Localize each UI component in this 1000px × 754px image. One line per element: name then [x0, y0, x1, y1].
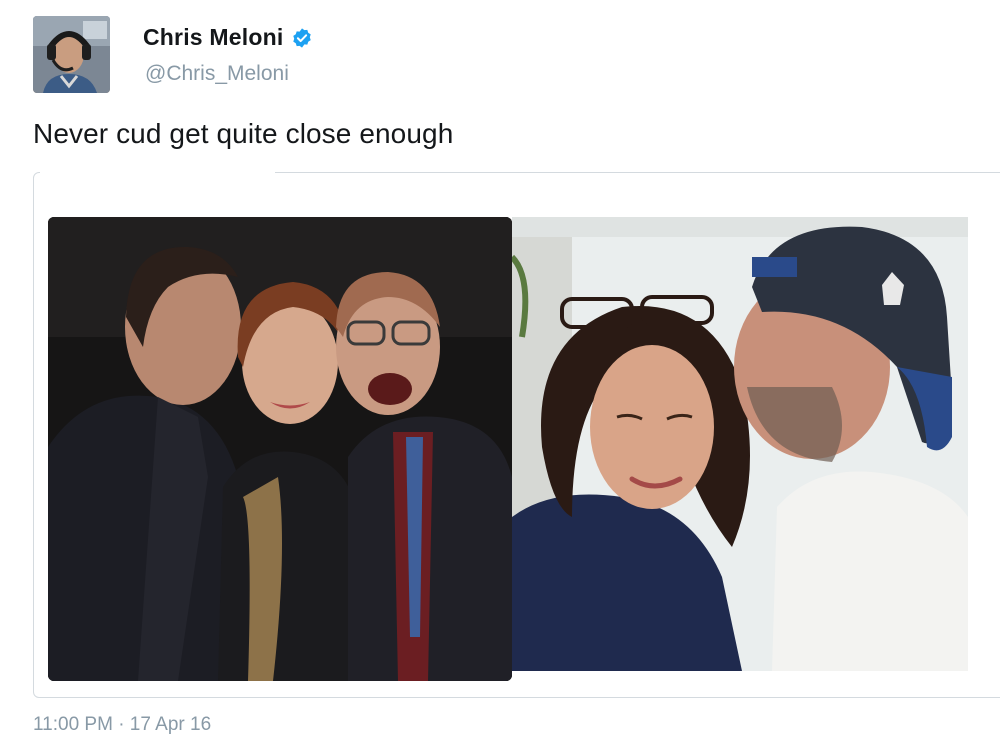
photo-three-people-icon	[48, 217, 512, 681]
tweet: Chris Meloni @Chris_Meloni Never cud get…	[0, 0, 1000, 754]
author-name-row[interactable]: Chris Meloni	[143, 24, 313, 51]
avatar-photo-icon	[33, 16, 110, 93]
tweet-timestamp[interactable]: 11:00 PM · 17 Apr 16	[33, 714, 211, 736]
verified-badge-icon	[291, 27, 313, 49]
author-handle[interactable]: @Chris_Meloni	[145, 62, 289, 86]
tweet-text: Never cud get quite close enough	[33, 118, 454, 149]
media-photo-1[interactable]	[48, 217, 512, 681]
media-card-gap	[40, 162, 275, 182]
photo-man-kissing-woman-icon	[512, 217, 968, 671]
author-avatar[interactable]	[33, 16, 110, 93]
author-display-name[interactable]: Chris Meloni	[143, 24, 283, 51]
media-photo-2[interactable]	[512, 217, 968, 671]
